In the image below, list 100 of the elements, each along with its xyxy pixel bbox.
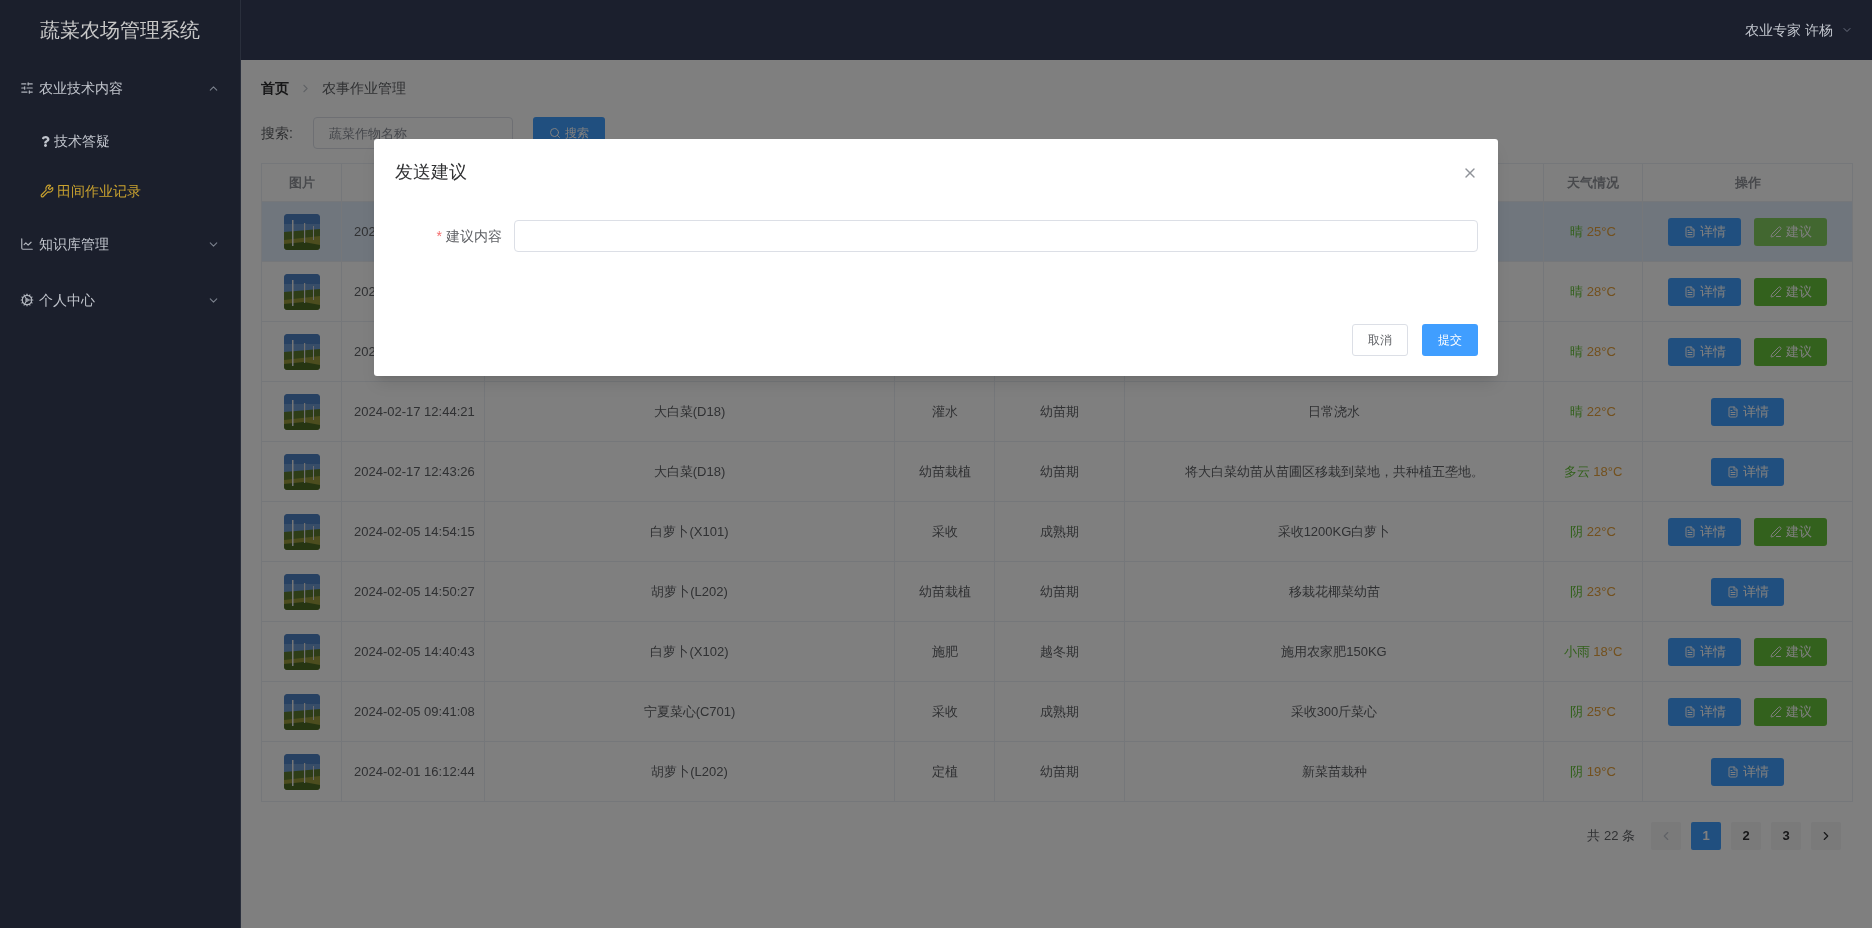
- crop-cell: 大白菜(D18): [653, 463, 726, 479]
- table-row[interactable]: 2024-02-17 12:44:21 大白菜(D18) 灌水 幼苗期 日常浇水 晴 22°C 详情: [261, 381, 1853, 442]
- pen-icon: [1769, 645, 1782, 658]
- table-row[interactable]: 2024-02-01 16:12:44 胡萝卜(L202) 定植 幼苗期 新菜苗栽种 阴 19°C 详情: [261, 741, 1853, 802]
- details-button[interactable]: 详情: [1668, 517, 1741, 546]
- weather-condition: 晴: [1570, 403, 1584, 419]
- sidebar-item[interactable]: 农业技术内容: [0, 60, 240, 116]
- sidebar-item[interactable]: 知识库管理: [0, 216, 240, 272]
- submit-button[interactable]: 提交: [1422, 324, 1478, 356]
- stage-cell: 幼苗期: [1040, 403, 1079, 419]
- weather-condition: 阴: [1570, 523, 1584, 539]
- details-button[interactable]: 详情: [1668, 217, 1741, 246]
- weather-condition: 晴: [1570, 283, 1584, 299]
- description-cell: 采收1200KG白萝卜: [1277, 523, 1391, 539]
- stage-cell: 幼苗期: [1040, 463, 1079, 479]
- table-row[interactable]: 2024-02-05 09:41:08 宁夏菜心(C701) 采收 成熟期 采收300斤菜心 阴 25°C 详情 建议: [261, 681, 1853, 742]
- cancel-button[interactable]: 取消: [1352, 324, 1408, 356]
- table-row[interactable]: 2024-02-17 12:43:26 大白菜(D18) 幼苗栽植 幼苗期 将大白菜幼苗从苗圃区移栽到菜地，共种植五垄地。 多云 18°C 详情: [261, 441, 1853, 502]
- sidebar-subitem[interactable]: 田间作业记录: [0, 166, 240, 216]
- date-cell: 2024-02-05 14:40:43: [354, 643, 475, 659]
- temperature: 18°C: [1593, 643, 1623, 659]
- operation-cell: 幼苗栽植: [918, 463, 971, 479]
- table-row[interactable]: 2024-02-05 14:54:15 白萝卜(X101) 采收 成熟期 采收1200KG白萝卜 阴 22°C 详情 建议: [261, 501, 1853, 562]
- stage-cell: 越冬期: [1040, 643, 1079, 659]
- search-label: 搜索:: [261, 123, 293, 143]
- description-cell: 新菜苗栽种: [1301, 763, 1367, 779]
- weather-condition: 阴: [1570, 763, 1584, 779]
- operation-cell: 灌水: [931, 403, 958, 419]
- details-button[interactable]: 详情: [1668, 277, 1741, 306]
- suggest-button[interactable]: 建议: [1754, 517, 1827, 546]
- operation-cell: 幼苗栽植: [918, 583, 971, 599]
- crop-cell: 胡萝卜(L202): [651, 763, 728, 779]
- operation-cell: 采收: [931, 703, 958, 719]
- crop-cell: 胡萝卜(L202): [651, 583, 728, 599]
- pen-icon: [1769, 525, 1782, 538]
- field-label: 建议内容: [446, 226, 502, 246]
- page-button[interactable]: 2: [1731, 822, 1761, 850]
- sidebar-item[interactable]: 个人中心: [0, 272, 240, 328]
- temperature: 23°C: [1586, 583, 1616, 599]
- user-name[interactable]: 农业专家 许杨: [1745, 19, 1833, 41]
- stage-cell: 幼苗期: [1040, 583, 1079, 599]
- temperature: 25°C: [1586, 223, 1616, 239]
- operation-cell: 采收: [931, 523, 958, 539]
- details-button[interactable]: 详情: [1711, 757, 1784, 786]
- document-icon: [1726, 585, 1739, 598]
- weather-condition: 晴: [1570, 223, 1584, 239]
- temperature: 22°C: [1586, 523, 1616, 539]
- date-cell: 2024-02-05 14:54:15: [354, 523, 475, 539]
- table-row[interactable]: 2024-02-05 14:50:27 胡萝卜(L202) 幼苗栽植 幼苗期 移栽花椰菜幼苗 阴 23°C 详情: [261, 561, 1853, 622]
- document-icon: [1726, 405, 1739, 418]
- suggest-button[interactable]: 建议: [1754, 217, 1827, 246]
- sliders-icon: [20, 81, 34, 95]
- temperature: 18°C: [1593, 463, 1623, 479]
- document-icon: [1726, 765, 1739, 778]
- weather-condition: 阴: [1570, 583, 1584, 599]
- date-cell: 2024-02-17 12:43:26: [354, 463, 475, 479]
- next-page-button[interactable]: [1811, 822, 1841, 850]
- document-icon: [1726, 465, 1739, 478]
- app-title: 蔬菜农场管理系统: [40, 18, 200, 43]
- tools-icon: [40, 184, 54, 198]
- weather-condition: 阴: [1570, 703, 1584, 719]
- pen-icon: [1769, 225, 1782, 238]
- crop-cell: 白萝卜(X101): [650, 523, 729, 539]
- crop-cell: 宁夏菜心(C701): [643, 703, 736, 719]
- page-button[interactable]: 1: [1691, 822, 1721, 850]
- suggest-button[interactable]: 建议: [1754, 697, 1827, 726]
- suggest-button[interactable]: 建议: [1754, 337, 1827, 366]
- breadcrumb-link[interactable]: 首页: [261, 78, 289, 99]
- suggest-button[interactable]: 建议: [1754, 637, 1827, 666]
- details-button[interactable]: 详情: [1711, 577, 1784, 606]
- details-button[interactable]: 详情: [1668, 697, 1741, 726]
- pen-icon: [1769, 345, 1782, 358]
- stage-cell: 幼苗期: [1040, 763, 1079, 779]
- weather-condition: 多云: [1563, 463, 1590, 479]
- description-cell: 将大白菜幼苗从苗圃区移栽到菜地，共种植五垄地。: [1184, 463, 1484, 479]
- date-cell: 2024-02-05 14:50:27: [354, 583, 475, 599]
- details-button[interactable]: 详情: [1668, 637, 1741, 666]
- temperature: 25°C: [1586, 703, 1616, 719]
- line-chart-icon: [20, 237, 34, 251]
- table-row[interactable]: 2024-02-05 14:40:43 白萝卜(X102) 施肥 越冬期 施用农家肥150KG 小雨 18°C 详情 建议: [261, 621, 1853, 682]
- suggest-button[interactable]: 建议: [1754, 277, 1827, 306]
- pen-icon: [1769, 705, 1782, 718]
- weather-condition: 晴: [1570, 343, 1584, 359]
- document-icon: [1683, 285, 1696, 298]
- suggestion-input[interactable]: [514, 220, 1478, 252]
- description-cell: 施用农家肥150KG: [1281, 643, 1387, 659]
- pen-icon: [1769, 285, 1782, 298]
- breadcrumb-current: 农事作业管理: [322, 79, 406, 98]
- weather-condition: 小雨: [1563, 643, 1590, 659]
- crop-cell: 白萝卜(X102): [650, 643, 729, 659]
- stage-cell: 成熟期: [1040, 523, 1079, 539]
- details-button[interactable]: 详情: [1711, 397, 1784, 426]
- description-cell: 日常浇水: [1308, 403, 1360, 419]
- description-cell: 移栽花椰菜幼苗: [1288, 583, 1380, 599]
- temperature: 19°C: [1586, 763, 1616, 779]
- sidebar-subitem[interactable]: 技术答疑: [0, 116, 240, 166]
- details-button[interactable]: 详情: [1668, 337, 1741, 366]
- details-button[interactable]: 详情: [1711, 457, 1784, 486]
- page-button[interactable]: 3: [1771, 822, 1801, 850]
- total-count: 共 22 条: [1587, 827, 1635, 846]
